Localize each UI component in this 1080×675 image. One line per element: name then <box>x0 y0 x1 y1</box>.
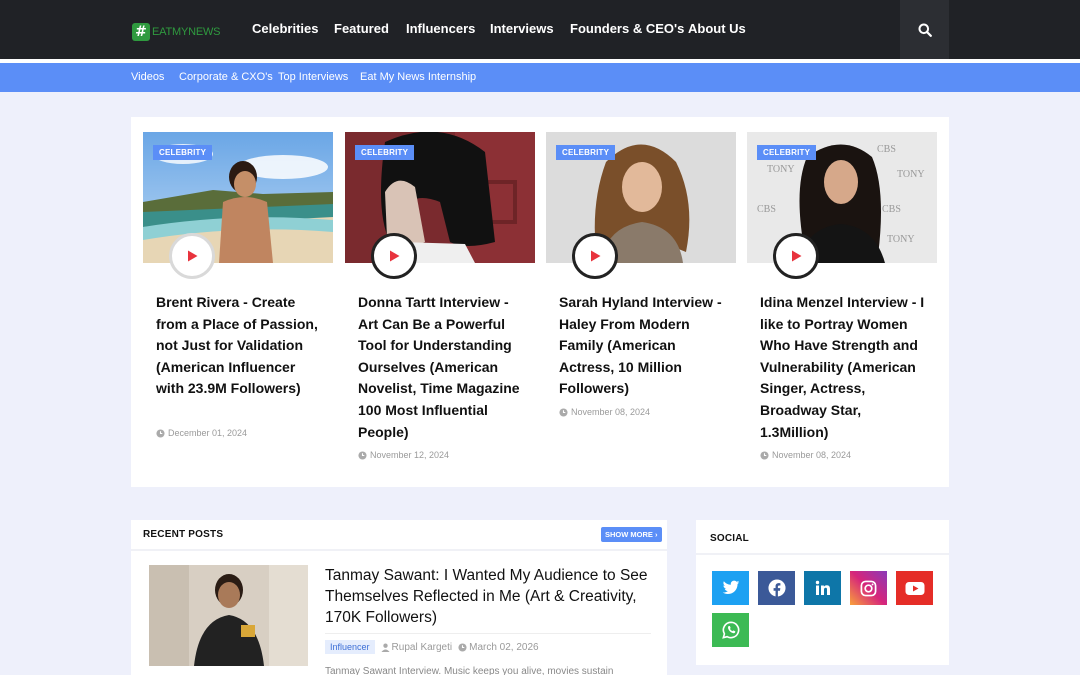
whatsapp-button[interactable] <box>712 613 749 647</box>
divider <box>325 633 651 634</box>
site-logo[interactable]: # EATMYNEWS <box>132 23 220 41</box>
subnav-item-top-interviews[interactable]: Top Interviews <box>278 71 348 83</box>
category-badge[interactable]: CELEBRITY <box>355 145 415 160</box>
card-date-text: December 01, 2024 <box>168 428 248 438</box>
search-icon <box>918 23 932 37</box>
clock-icon <box>559 407 568 417</box>
divider <box>131 549 667 551</box>
svg-text:TONY: TONY <box>767 164 795 175</box>
clock-icon <box>458 642 467 652</box>
post-meta: Influencer Rupal Kargeti March 02, 2026 <box>325 640 539 654</box>
play-icon <box>188 250 198 262</box>
clock-icon <box>156 428 165 438</box>
card-date-text: November 12, 2024 <box>370 450 450 460</box>
post-title[interactable]: Tanmay Sawant: I Wanted My Audience to S… <box>325 565 655 628</box>
category-badge[interactable]: CELEBRITY <box>757 145 817 160</box>
clock-icon <box>358 450 367 460</box>
svg-text:CBS: CBS <box>757 204 776 215</box>
user-icon <box>380 643 390 652</box>
whatsapp-icon <box>721 621 739 639</box>
instagram-button[interactable] <box>850 571 887 605</box>
recent-posts-heading: RECENT POSTS <box>143 529 224 540</box>
play-button[interactable] <box>773 233 819 279</box>
featured-card[interactable]: CELEBRITY Sarah Hyland Interview - Haley… <box>546 132 736 417</box>
svg-text:CBS: CBS <box>882 204 901 215</box>
social-panel: SOCIAL <box>696 520 949 665</box>
logo-text: EATMYNEWS <box>152 26 221 38</box>
featured-card[interactable]: CELEBRITY Donna Tartt Interview - Art Ca… <box>345 132 535 460</box>
play-button[interactable] <box>169 233 215 279</box>
nav-item-featured[interactable]: Featured <box>334 21 389 36</box>
card-title[interactable]: Brent Rivera - Create from a Place of Pa… <box>156 292 326 400</box>
youtube-button[interactable] <box>896 571 933 605</box>
card-title[interactable]: Sarah Hyland Interview - Haley From Mode… <box>559 292 729 400</box>
nav-item-founders-ceos[interactable]: Founders & CEO's <box>570 21 684 36</box>
card-date: November 08, 2024 <box>559 407 650 417</box>
card-date: November 08, 2024 <box>760 450 851 460</box>
svg-text:TONY: TONY <box>897 169 925 180</box>
subnav-item-videos[interactable]: Videos <box>131 71 164 83</box>
show-more-label: SHOW MORE <box>605 530 653 539</box>
youtube-icon <box>905 581 924 595</box>
post-date-text: March 02, 2026 <box>469 641 539 653</box>
post-tag[interactable]: Influencer <box>325 640 375 654</box>
play-button[interactable] <box>572 233 618 279</box>
sub-navbar: Videos Corporate & CXO's Top Interviews … <box>0 63 1080 92</box>
category-badge[interactable]: CELEBRITY <box>153 145 213 160</box>
post-thumbnail[interactable] <box>149 565 308 666</box>
nav-item-celebrities[interactable]: Celebrities <box>252 21 318 36</box>
post-author-name: Rupal Kargeti <box>391 641 453 653</box>
svg-text:TONY: TONY <box>887 234 915 245</box>
top-navbar: # EATMYNEWS Celebrities Featured Influen… <box>0 0 1080 59</box>
nav-item-about-us[interactable]: About Us <box>688 21 746 36</box>
nav-item-influencers[interactable]: Influencers <box>406 21 475 36</box>
post-snippet: Tanmay Sawant Interview. Music keeps you… <box>325 666 614 675</box>
facebook-button[interactable] <box>758 571 795 605</box>
svg-text:CBS: CBS <box>877 144 896 155</box>
chevron-right-icon: › <box>655 530 658 539</box>
facebook-icon <box>767 579 786 597</box>
post-date: March 02, 2026 <box>458 642 539 653</box>
linkedin-button[interactable] <box>804 571 841 605</box>
post-photo <box>149 565 308 666</box>
play-button[interactable] <box>371 233 417 279</box>
featured-posts-panel: CELEBRITY Brent Rivera - Create from a P… <box>131 117 949 487</box>
clock-icon <box>760 450 769 460</box>
subnav-item-internship[interactable]: Eat My News Internship <box>360 71 476 83</box>
card-date: December 01, 2024 <box>156 428 247 438</box>
card-title[interactable]: Idina Menzel Interview - I like to Portr… <box>760 292 930 443</box>
divider <box>696 553 949 555</box>
card-title[interactable]: Donna Tartt Interview - Art Can Be a Pow… <box>358 292 528 443</box>
card-date: November 12, 2024 <box>358 450 449 460</box>
play-icon <box>792 250 802 262</box>
card-date-text: November 08, 2024 <box>772 450 852 460</box>
post-author: Rupal Kargeti <box>380 641 453 653</box>
show-more-button[interactable]: SHOW MORE › <box>601 527 662 542</box>
recent-posts-panel: RECENT POSTS SHOW MORE › Tanmay Sawant: … <box>131 520 667 675</box>
logo-mark-icon: # <box>132 23 150 41</box>
play-icon <box>591 250 601 262</box>
twitter-button[interactable] <box>712 571 749 605</box>
linkedin-icon <box>815 580 830 595</box>
instagram-icon <box>860 580 877 596</box>
nav-item-interviews[interactable]: Interviews <box>490 21 554 36</box>
play-icon <box>390 250 400 262</box>
search-button[interactable] <box>900 0 949 59</box>
featured-card[interactable]: CELEBRITY Brent Rivera - Create from a P… <box>143 132 333 438</box>
featured-card[interactable]: CBS TONY TONY CBS CBS TONY CELEBRITY Idina Me… <box>747 132 937 460</box>
category-badge[interactable]: CELEBRITY <box>556 145 616 160</box>
twitter-icon <box>722 580 739 594</box>
social-heading: SOCIAL <box>710 533 749 544</box>
subnav-item-corporate-cxos[interactable]: Corporate & CXO's <box>179 71 273 83</box>
card-date-text: November 08, 2024 <box>571 407 651 417</box>
